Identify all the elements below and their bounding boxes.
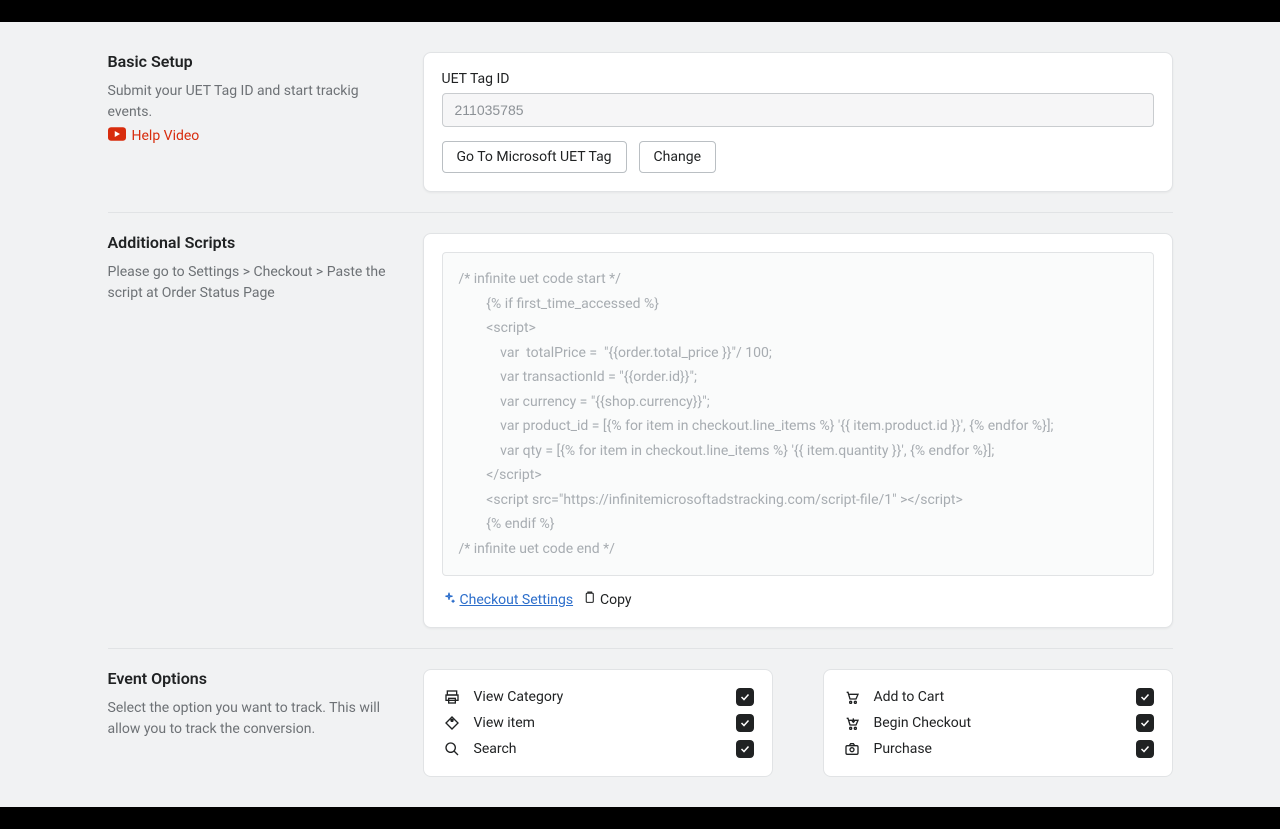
event-label: Search — [474, 741, 724, 757]
events-title: Event Options — [108, 669, 403, 688]
checkbox-view-item[interactable] — [736, 714, 754, 732]
scripts-desc: Please go to Settings > Checkout > Paste… — [108, 262, 403, 304]
help-video-label: Help Video — [132, 128, 200, 144]
checkbox-add-to-cart[interactable] — [1136, 688, 1154, 706]
checkout-settings-label: Checkout Settings — [460, 592, 574, 608]
help-video-link[interactable]: Help Video — [108, 127, 200, 145]
goto-uet-button[interactable]: Go To Microsoft UET Tag — [442, 141, 627, 173]
event-label: Purchase — [874, 741, 1124, 757]
event-label: Begin Checkout — [874, 715, 1124, 731]
event-search: Search — [442, 736, 754, 762]
basic-setup-title: Basic Setup — [108, 52, 403, 71]
event-card-left: View Category View item — [423, 669, 773, 777]
page-content: Basic Setup Submit your UET Tag ID and s… — [108, 22, 1173, 807]
event-purchase: Purchase — [842, 736, 1154, 762]
sparkle-icon — [442, 591, 456, 609]
change-button[interactable]: Change — [639, 141, 716, 173]
uet-card: UET Tag ID Go To Microsoft UET Tag Chang… — [423, 52, 1173, 192]
event-grid: View Category View item — [423, 669, 1173, 777]
event-label: Add to Cart — [874, 689, 1124, 705]
cart-arrow-icon — [842, 715, 862, 731]
uet-label: UET Tag ID — [442, 71, 1154, 87]
event-view-category: View Category — [442, 684, 754, 710]
section-right: /* infinite uet code start */ {% if firs… — [423, 233, 1173, 628]
event-card-right: Add to Cart Begin Checkout — [823, 669, 1173, 777]
section-left: Basic Setup Submit your UET Tag ID and s… — [108, 52, 403, 192]
section-left: Event Options Select the option you want… — [108, 669, 403, 777]
section-right: UET Tag ID Go To Microsoft UET Tag Chang… — [423, 52, 1173, 192]
tag-icon — [442, 715, 462, 731]
scripts-card: /* infinite uet code start */ {% if firs… — [423, 233, 1173, 628]
checkbox-begin-checkout[interactable] — [1136, 714, 1154, 732]
bottom-black-bar — [0, 807, 1280, 829]
clipboard-icon — [583, 590, 596, 609]
copy-label: Copy — [600, 592, 632, 608]
events-desc: Select the option you want to track. Thi… — [108, 698, 403, 740]
event-view-item: View item — [442, 710, 754, 736]
event-label: View item — [474, 715, 724, 731]
section-event-options: Event Options Select the option you want… — [108, 649, 1173, 797]
action-links: Checkout Settings Copy — [442, 590, 1154, 609]
uet-tag-input — [442, 93, 1154, 127]
camera-icon — [842, 741, 862, 757]
checkbox-purchase[interactable] — [1136, 740, 1154, 758]
cart-icon — [842, 689, 862, 705]
code-textarea[interactable]: /* infinite uet code start */ {% if firs… — [442, 252, 1154, 576]
event-add-to-cart: Add to Cart — [842, 684, 1154, 710]
checkbox-search[interactable] — [736, 740, 754, 758]
event-begin-checkout: Begin Checkout — [842, 710, 1154, 736]
scripts-title: Additional Scripts — [108, 233, 403, 252]
copy-link[interactable]: Copy — [583, 590, 632, 609]
print-icon — [442, 689, 462, 705]
top-black-bar — [0, 0, 1280, 22]
section-left: Additional Scripts Please go to Settings… — [108, 233, 403, 628]
section-right: View Category View item — [423, 669, 1173, 777]
checkout-settings-link[interactable]: Checkout Settings — [442, 591, 574, 609]
event-label: View Category — [474, 689, 724, 705]
section-additional-scripts: Additional Scripts Please go to Settings… — [108, 213, 1173, 649]
youtube-icon — [108, 127, 126, 145]
checkbox-view-category[interactable] — [736, 688, 754, 706]
section-basic-setup: Basic Setup Submit your UET Tag ID and s… — [108, 32, 1173, 213]
button-row: Go To Microsoft UET Tag Change — [442, 141, 1154, 173]
basic-setup-desc: Submit your UET Tag ID and start trackig… — [108, 81, 403, 123]
search-icon — [442, 741, 462, 757]
